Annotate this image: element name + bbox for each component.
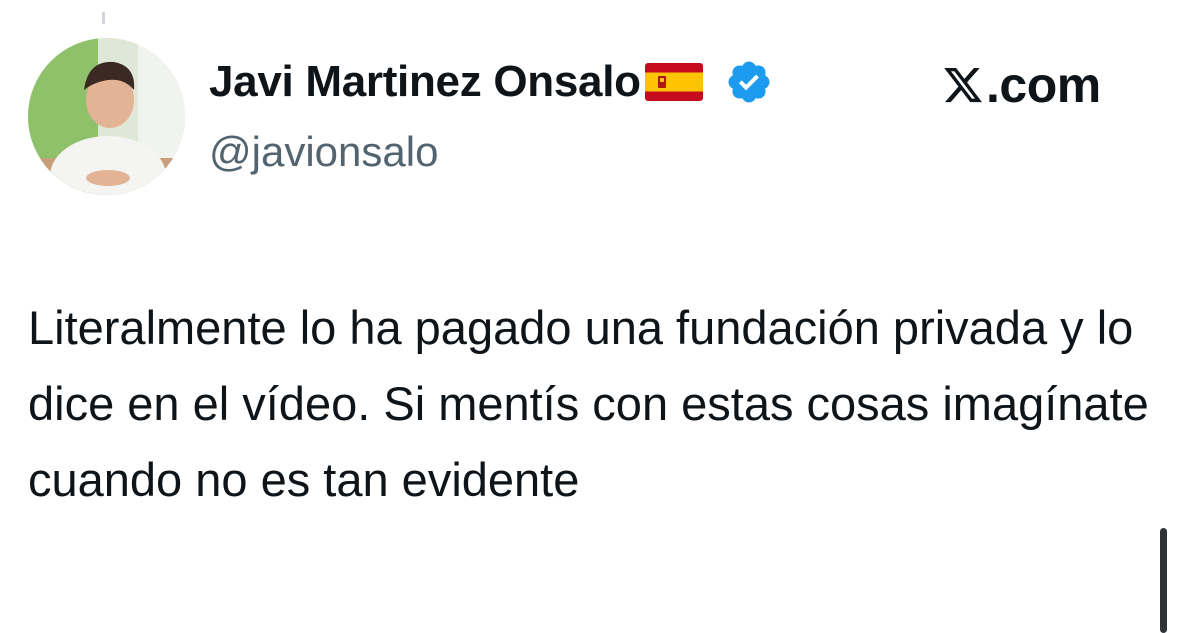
user-block: Javi Martinez Onsalo @javionsalo — [209, 52, 773, 182]
scrollbar[interactable] — [1160, 528, 1167, 633]
spain-flag-icon — [644, 63, 703, 101]
tweet-text: Literalmente lo ha pagado una fundación … — [28, 301, 1149, 506]
x-logo-icon — [942, 64, 984, 106]
avatar-photo — [28, 38, 185, 195]
top-divider-tick — [102, 12, 105, 24]
name-line: Javi Martinez Onsalo — [209, 52, 773, 112]
display-name[interactable]: Javi Martinez Onsalo — [209, 52, 641, 112]
site-label: .com — [942, 50, 1101, 120]
verified-badge-icon — [725, 58, 773, 106]
site-domain-label: .com — [986, 57, 1101, 113]
avatar[interactable] — [28, 38, 185, 195]
user-handle[interactable]: @javionsalo — [209, 122, 773, 182]
